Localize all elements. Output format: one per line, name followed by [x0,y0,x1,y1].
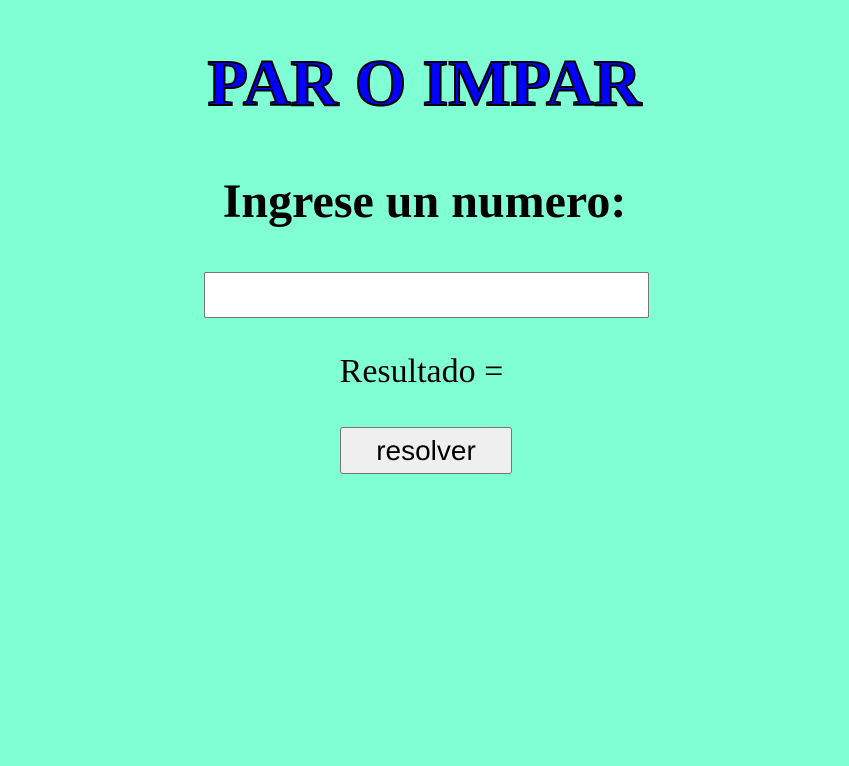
page: PAR O IMPAR Ingrese un numero: Resultado… [0,0,849,766]
result-label: Resultado = [339,353,504,390]
resolver-button[interactable]: resolver [340,427,512,474]
page-title: PAR O IMPAR [207,46,643,121]
number-input[interactable] [204,272,649,318]
result-line: Resultado = [0,352,849,392]
input-prompt: Ingrese un numero: [222,175,627,228]
